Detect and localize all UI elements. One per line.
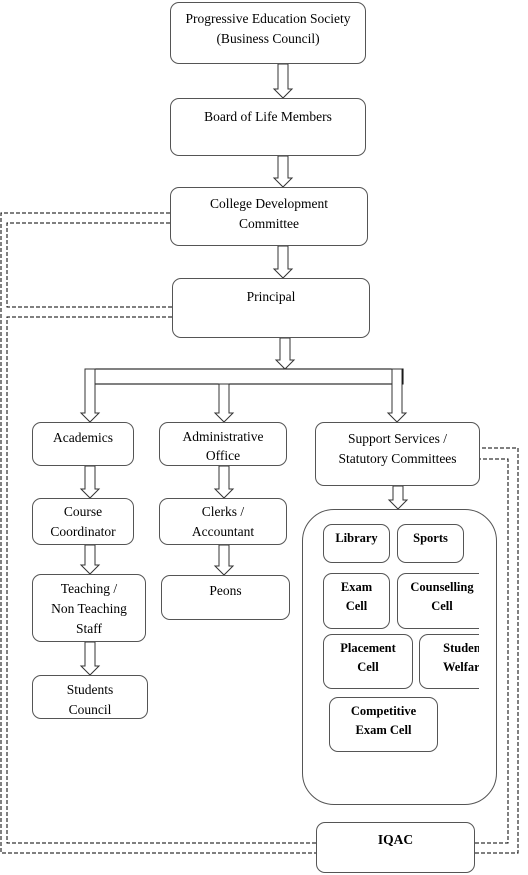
down-arrow (272, 245, 294, 279)
down-arrow (79, 544, 101, 575)
org-chart: Progressive Education Society (Business C… (0, 0, 528, 875)
down-arrow (213, 544, 235, 576)
node-iqac: IQAC (316, 822, 475, 873)
node-label: Welfare (442, 660, 479, 674)
node-label: Statutory Committees (338, 451, 457, 466)
node-label: Office (205, 448, 241, 463)
node-academics: Academics (32, 422, 134, 466)
node-label: Exam Cell (355, 723, 412, 737)
node-placement-cell: Placement Cell (323, 634, 413, 689)
node-label: Accountant (191, 524, 255, 539)
down-arrow (272, 63, 294, 99)
down-arrow (272, 155, 294, 188)
node-label: Board of Life Members (204, 109, 332, 124)
node-label: Placement (340, 641, 396, 655)
node-label: Peons (209, 583, 242, 598)
node-label: Clerks / (201, 504, 245, 519)
node-students-council: Students Council (32, 675, 148, 719)
node-label: Counselling (410, 580, 474, 594)
down-arrow (79, 465, 101, 499)
down-arrow (213, 465, 235, 499)
down-arrow (274, 337, 296, 370)
node-support-services: Support Services / Statutory Committees (315, 422, 480, 486)
node-label: College Development (209, 196, 329, 211)
node-label: Competitive (350, 704, 417, 718)
node-clerks-accountant: Clerks / Accountant (159, 498, 287, 545)
node-label: Council (68, 702, 112, 717)
node-label: Coordinator (50, 524, 116, 539)
node-label: IQAC (377, 832, 414, 847)
node-label: Students (66, 682, 114, 697)
node-progressive-education-society: Progressive Education Society (Business C… (170, 2, 366, 64)
node-board-of-life-members: Board of Life Members (170, 98, 366, 156)
node-label: Exam (340, 580, 373, 594)
down-arrow (387, 485, 409, 510)
node-sports: Sports (397, 524, 464, 563)
node-label: Staff (75, 621, 102, 636)
node-label: Progressive Education Society (185, 11, 351, 26)
node-label: Academics (53, 430, 113, 445)
node-principal: Principal (172, 278, 370, 338)
node-label: Course (63, 504, 103, 519)
node-label: Non Teaching (51, 601, 127, 616)
node-label: Sports (413, 531, 448, 545)
node-label: Cell (345, 599, 368, 613)
node-library: Library (323, 524, 390, 563)
node-student-welfare: Student Welfare (419, 634, 479, 689)
node-label: Administrative (182, 429, 264, 444)
distribution-bar (85, 368, 404, 385)
node-label: Teaching / (60, 581, 118, 596)
cdc-principal-line (6, 222, 172, 308)
node-label: Library (335, 531, 378, 545)
down-arrow (79, 641, 101, 676)
node-course-coordinator: Course Coordinator (32, 498, 134, 545)
committees-clip: Library Sports Exam Cell Counselling Cell … (303, 515, 479, 800)
down-arrow (213, 383, 235, 423)
node-label: Support Services / (348, 431, 447, 446)
node-college-development-committee: College Development Committee (170, 187, 368, 246)
node-label: Cell (357, 660, 379, 674)
node-administrative-office: Administrative Office (159, 422, 287, 466)
node-label: Student (443, 641, 479, 655)
node-exam-cell: Exam Cell (323, 573, 390, 629)
node-label: (Business Council) (216, 31, 320, 46)
node-competitive-exam-cell: Competitive Exam Cell (329, 697, 438, 752)
node-label: Principal (246, 289, 296, 304)
node-peons: Peons (161, 575, 290, 620)
node-label: Cell (431, 599, 453, 613)
node-teaching-staff: Teaching / Non Teaching Staff (32, 574, 146, 642)
node-counselling-cell: Counselling Cell (397, 573, 479, 629)
node-label: Committee (239, 216, 299, 231)
